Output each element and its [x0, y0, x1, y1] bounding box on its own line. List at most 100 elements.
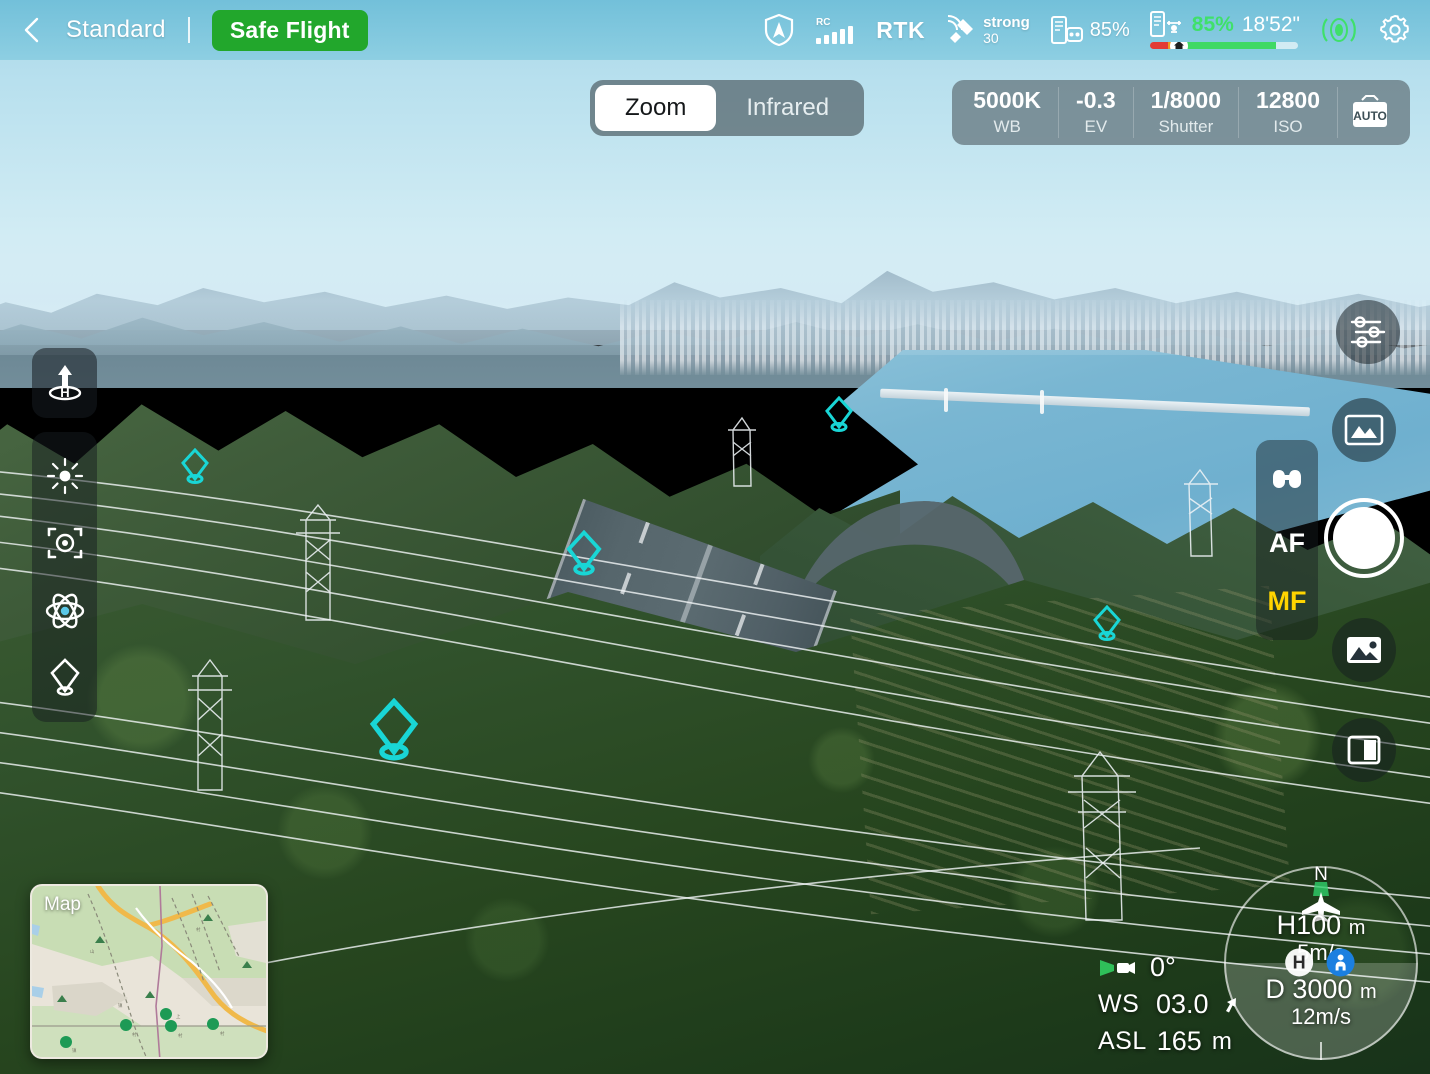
divider [188, 17, 190, 43]
gimbal-orbit-icon [44, 590, 86, 632]
telemetry-readout: 0° WS 03.0 ASL 165 m [1098, 952, 1243, 1063]
gps-indicator[interactable]: strong 30 [945, 15, 1030, 45]
camera-mode-zoom[interactable]: Zoom [595, 85, 716, 131]
radar-distance-value: 3000 [1292, 974, 1352, 1004]
shield-flight-icon [764, 14, 794, 46]
svg-text:村: 村 [196, 926, 201, 933]
shutter-speed-label: Shutter [1158, 116, 1213, 138]
image-gallery-icon [1345, 634, 1383, 666]
radar-horizontal-speed: 12m/s [1265, 1004, 1376, 1029]
svg-text:H: H [60, 385, 69, 400]
iso-label: ISO [1273, 116, 1302, 138]
exposure-value-setting[interactable]: -0.3 EV [1059, 87, 1134, 138]
remote-controller-battery-icon [1050, 15, 1084, 45]
exposure-label: EV [1085, 116, 1108, 138]
atmospheric-haze [0, 235, 1430, 355]
white-balance-value: 5000K [973, 87, 1041, 115]
gallery-button[interactable] [1332, 618, 1396, 682]
battery-level-bar [1150, 42, 1298, 49]
svg-text:镇: 镇 [72, 1047, 77, 1054]
white-balance-label: WB [993, 116, 1020, 138]
radar-height-label: H [1277, 910, 1297, 940]
exposure-value: -0.3 [1076, 87, 1116, 115]
svg-text:山: 山 [90, 948, 94, 955]
home-icon [1170, 42, 1188, 49]
svg-text:上: 上 [176, 1013, 181, 1020]
wind-speed-value: 03.0 [1156, 989, 1209, 1020]
focus-mode-mf[interactable]: MF [1268, 588, 1307, 615]
radar-rc-marker [1327, 948, 1355, 976]
shutter-speed-setting[interactable]: 1/8000 Shutter [1134, 87, 1239, 138]
gps-strength-block: strong 30 [983, 15, 1030, 45]
gimbal-orbit-button[interactable] [39, 582, 91, 640]
iso-value: 12800 [1256, 87, 1320, 115]
asl-value: 165 [1157, 1026, 1202, 1057]
iso-setting[interactable]: 12800 ISO [1239, 87, 1338, 138]
waypoint-marker-2[interactable] [824, 396, 854, 434]
sliders-adjust-icon [1348, 312, 1388, 352]
waypoint-pin-button[interactable] [39, 649, 91, 707]
gear-icon [1378, 13, 1412, 47]
auto-exposure-icon: AUTO [1348, 93, 1392, 131]
split-view-icon [1346, 734, 1382, 766]
svg-text:镇: 镇 [118, 1002, 123, 1009]
battery-ok-segment [1182, 42, 1275, 49]
waypoint-pin-icon [48, 657, 82, 699]
rc-signal[interactable]: RC [814, 14, 856, 46]
takeoff-return-button[interactable]: H [32, 348, 97, 418]
wind-speed-row: WS 03.0 [1098, 989, 1243, 1020]
satellite-icon [945, 15, 977, 45]
binoculars-icon [1267, 466, 1307, 494]
shutter-button[interactable] [1324, 498, 1404, 578]
top-status-bar: Standard Safe Flight RC [0, 0, 1430, 60]
camera-mode-toggle: Zoom Infrared [590, 80, 864, 136]
safe-flight-badge[interactable]: Safe Flight [212, 10, 368, 51]
aircraft-battery-icon [1150, 11, 1184, 39]
controller-battery-percent: 85% [1090, 19, 1130, 42]
controller-battery[interactable]: 85% [1050, 15, 1130, 45]
left-tool-panel [32, 432, 97, 722]
brightness-button[interactable] [39, 447, 91, 505]
waypoint-marker-3[interactable] [565, 530, 603, 578]
white-balance-setting[interactable]: 5000K WB [956, 87, 1059, 138]
map-thumbnail[interactable]: Map [30, 884, 268, 1059]
drone-camera-view: Map [0, 0, 1430, 1074]
svg-text:AUTO: AUTO [1353, 109, 1387, 123]
gimbal-pitch-row: 0° [1098, 952, 1243, 983]
focus-mode-af[interactable]: AF [1269, 530, 1305, 557]
camera-mode-infrared[interactable]: Infrared [716, 85, 859, 131]
focus-target-icon [45, 523, 85, 563]
asl-label: ASL [1098, 1027, 1147, 1056]
radar-height-value: 100 [1296, 910, 1341, 940]
camera-adjust-button[interactable] [1336, 300, 1400, 364]
aircraft-battery-row: 85% 18'52" [1150, 11, 1300, 39]
focus-mode-panel: AF MF [1256, 440, 1318, 640]
focus-target-button[interactable] [39, 514, 91, 572]
radar-south-tick [1320, 1042, 1322, 1060]
waypoint-marker-4[interactable] [1092, 605, 1122, 643]
map-label: Map [44, 894, 81, 916]
radar-compass[interactable]: N H100 m 5m/s H D 3000 m 12m/s [1224, 866, 1418, 1060]
back-button[interactable] [18, 16, 46, 44]
photo-mode-button[interactable] [1332, 398, 1396, 462]
aircraft-battery[interactable]: 85% 18'52" [1150, 11, 1300, 49]
takeoff-return-home-icon: H [45, 361, 85, 405]
binoculars-button[interactable] [1267, 466, 1307, 499]
safe-flight-shield[interactable] [764, 14, 794, 46]
gps-satellite-count: 30 [983, 31, 1030, 45]
radar-height-line: H100 m [1277, 910, 1366, 940]
wind-speed-label: WS [1098, 990, 1146, 1019]
svg-text:村: 村 [220, 1030, 225, 1037]
waypoint-marker-1[interactable] [180, 448, 210, 486]
settings-button[interactable] [1378, 13, 1412, 47]
asl-row: ASL 165 m [1098, 1026, 1243, 1057]
rtk-indicator[interactable]: RTK [876, 17, 925, 44]
split-view-button[interactable] [1332, 718, 1396, 782]
status-indicators: RC RTK strong [764, 11, 1412, 49]
battery-critical-segment [1150, 42, 1168, 49]
flight-mode-label[interactable]: Standard [66, 16, 166, 44]
auto-exposure-button[interactable]: AUTO [1348, 93, 1392, 131]
transmission-indicator[interactable] [1320, 12, 1358, 48]
shutter-button-core [1333, 507, 1395, 569]
waypoint-marker-5[interactable] [368, 698, 420, 764]
